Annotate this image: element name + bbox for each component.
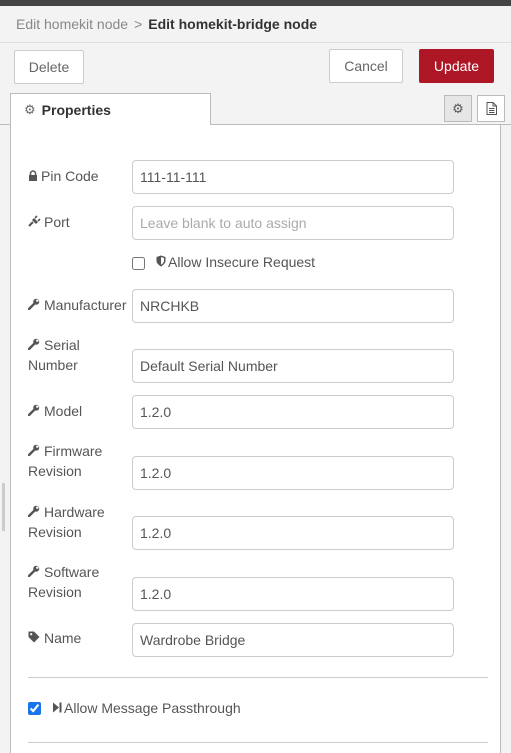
breadcrumb-current: Edit homekit-bridge node xyxy=(148,16,318,32)
allow-passthrough-checkbox[interactable] xyxy=(28,702,41,715)
model-input[interactable] xyxy=(132,395,454,429)
serial-number-input[interactable] xyxy=(132,349,454,383)
tab-properties-label: Properties xyxy=(41,102,111,118)
manufacturer-input[interactable] xyxy=(132,289,454,323)
plug-icon xyxy=(28,215,41,227)
step-forward-icon xyxy=(53,702,62,713)
software-revision-label: Software Revision xyxy=(27,564,100,600)
pin-code-label: Pin Code xyxy=(28,166,99,186)
cancel-button[interactable]: Cancel xyxy=(329,49,403,83)
breadcrumb-parent[interactable]: Edit homekit node xyxy=(16,16,128,32)
software-revision-input[interactable] xyxy=(132,577,454,611)
tab-properties[interactable]: ⚙ Properties xyxy=(10,93,211,126)
wrench-icon xyxy=(27,444,40,457)
delete-button[interactable]: Delete xyxy=(14,50,84,84)
wrench-icon xyxy=(27,565,40,578)
tab-bar: ⚙ Properties ⚙ xyxy=(0,91,511,126)
allow-insecure-label[interactable]: Allow Insecure Request xyxy=(156,253,315,271)
wrench-icon xyxy=(27,404,40,417)
gear-icon: ⚙ xyxy=(452,100,464,116)
wrench-icon xyxy=(27,505,40,518)
hardware-revision-label: Hardware Revision xyxy=(27,504,105,540)
firmware-revision-input[interactable] xyxy=(132,456,454,490)
wrench-icon xyxy=(27,338,40,351)
wrench-icon xyxy=(27,298,40,311)
description-tab-button[interactable] xyxy=(477,95,505,122)
breadcrumb-separator: > xyxy=(134,16,143,32)
settings-tab-button[interactable]: ⚙ xyxy=(444,95,472,122)
divider xyxy=(28,742,488,743)
shield-icon xyxy=(156,255,166,267)
serial-number-label: Serial Number xyxy=(27,337,80,373)
update-button[interactable]: Update xyxy=(419,49,494,83)
toolbar: Delete Cancel Update xyxy=(0,43,511,91)
allow-passthrough-label[interactable]: Allow Message Passthrough xyxy=(52,699,241,717)
tag-icon xyxy=(28,631,40,643)
pin-code-input[interactable] xyxy=(132,160,454,194)
model-label: Model xyxy=(27,401,82,421)
breadcrumb: Edit homekit node > Edit homekit-bridge no… xyxy=(0,6,511,43)
hardware-revision-input[interactable] xyxy=(132,516,454,550)
gear-icon: ⚙ xyxy=(24,102,36,117)
resize-handle[interactable] xyxy=(2,483,5,531)
divider xyxy=(28,677,488,678)
name-input[interactable] xyxy=(132,623,454,657)
port-label: Port xyxy=(28,212,70,232)
document-icon xyxy=(486,102,497,115)
lock-icon xyxy=(29,170,37,181)
port-input[interactable] xyxy=(132,206,454,240)
firmware-revision-label: Firmware Revision xyxy=(27,443,103,479)
name-label: Name xyxy=(28,628,81,648)
manufacturer-label: Manufacturer xyxy=(27,295,126,315)
allow-insecure-checkbox[interactable] xyxy=(132,257,145,270)
